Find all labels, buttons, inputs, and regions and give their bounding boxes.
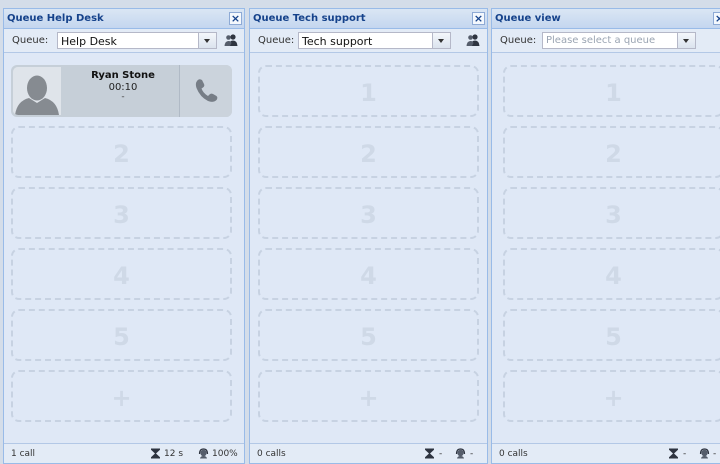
empty-slot: 5 [258,309,479,361]
chevron-down-icon[interactable] [198,33,216,48]
chevron-down-icon[interactable] [432,33,450,48]
panel-title: Queue view [495,13,561,24]
panel-header: Queue Tech support × [250,9,487,29]
service-level: - [713,449,717,459]
empty-slot: 4 [503,248,720,300]
avg-wait-time: 12 s [164,449,184,459]
empty-slot: 1 [258,65,479,117]
avg-wait-time: - [683,449,687,459]
close-icon[interactable]: × [229,12,242,25]
status-bar: 1 call 12 s 100% [4,443,244,463]
panel-header: Queue view × [492,9,720,29]
empty-slot: 3 [503,187,720,239]
active-call-card[interactable]: Ryan Stone 00:10 - [11,65,232,117]
empty-slot: 3 [258,187,479,239]
hourglass-icon [425,448,434,459]
headset-icon [699,448,710,459]
close-icon[interactable]: × [472,12,485,25]
caller-avatar [13,67,61,115]
queue-select[interactable]: Please select a queue [542,32,696,49]
queue-label: Queue: [258,35,295,46]
hourglass-icon [669,448,678,459]
queue-label: Queue: [500,35,537,46]
queue-toolbar: Queue: Help Desk [4,29,244,53]
headset-icon [198,448,209,459]
queue-select-value: Tech support [302,35,373,48]
queue-select[interactable]: Help Desk [57,32,217,49]
panel-header: Queue Help Desk × [4,9,244,29]
queue-panel-view: Queue view × Queue: Please select a queu… [491,8,720,464]
avg-wait-time: - [439,449,443,459]
empty-slot: 2 [503,126,720,178]
empty-slot: 4 [11,248,232,300]
calls-count: 1 call [11,449,36,459]
add-slot[interactable]: + [258,370,479,422]
queue-select-placeholder: Please select a queue [546,35,656,46]
add-slot[interactable]: + [503,370,720,422]
caller-name: Ryan Stone [91,70,155,81]
queue-select-value: Help Desk [61,35,117,48]
person-silhouette [13,67,61,115]
agents-icon[interactable] [465,33,481,47]
agents-icon[interactable] [223,33,239,47]
chevron-down-icon[interactable] [677,33,695,48]
queue-panel-tech-support: Queue Tech support × Queue: Tech support… [249,8,488,464]
calls-count: 0 calls [499,449,528,459]
empty-slot: 5 [503,309,720,361]
headset-icon [455,448,466,459]
hourglass-icon [151,448,160,459]
close-icon[interactable]: × [713,12,720,25]
queue-panel-help-desk: Queue Help Desk × Queue: Help Desk Ryan … [3,8,245,464]
phone-button[interactable] [179,65,232,117]
queue-label: Queue: [12,35,49,46]
service-level: 100% [212,449,238,459]
calls-count: 0 calls [257,449,286,459]
empty-slot: 3 [11,187,232,239]
empty-slot: 5 [11,309,232,361]
call-extra: - [121,92,125,102]
queue-toolbar: Queue: Tech support [250,29,487,53]
status-bar: 0 calls - - [250,443,487,463]
empty-slot: 2 [258,126,479,178]
empty-slot: 2 [11,126,232,178]
panel-title: Queue Help Desk [7,13,104,24]
queue-toolbar: Queue: Please select a queue [492,29,720,53]
add-slot[interactable]: + [11,370,232,422]
empty-slot: 1 [503,65,720,117]
service-level: - [470,449,474,459]
queue-select[interactable]: Tech support [298,32,451,49]
panel-title: Queue Tech support [253,13,366,24]
status-bar: 0 calls - - [492,443,720,463]
phone-icon [195,79,218,102]
empty-slot: 4 [258,248,479,300]
